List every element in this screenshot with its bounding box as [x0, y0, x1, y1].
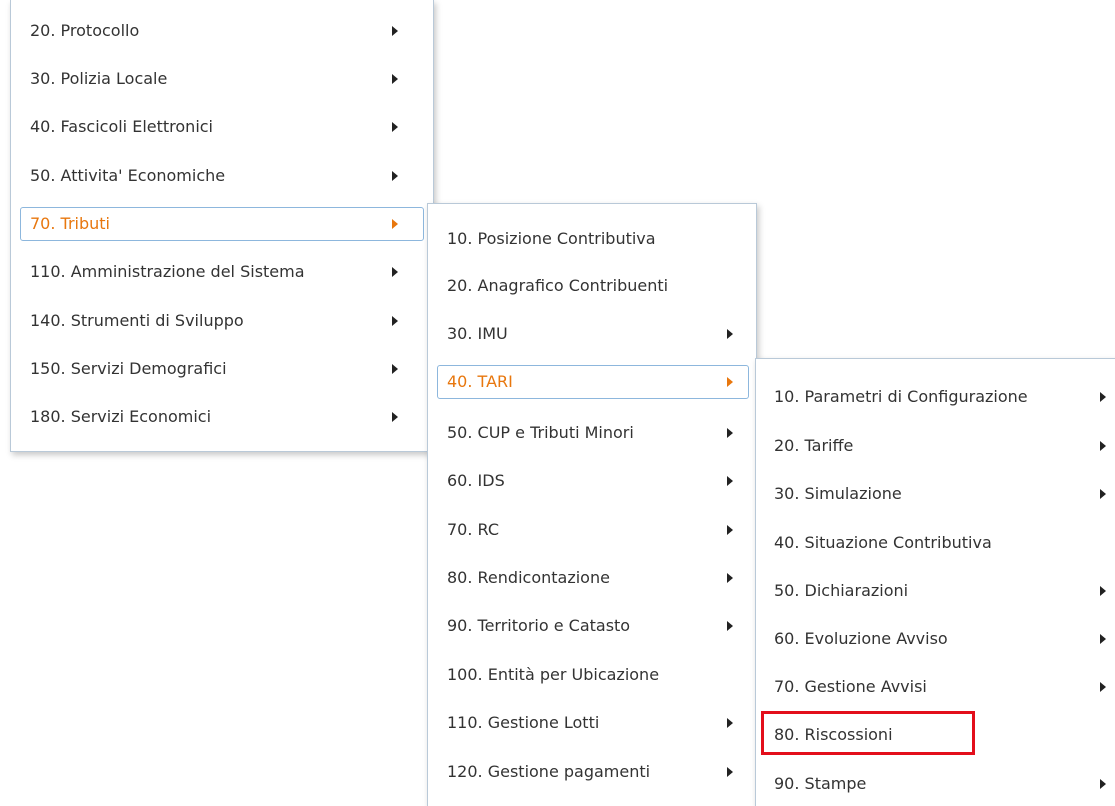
menu-item-label: 70. RC	[447, 520, 500, 539]
menu-item-label: 110. Amministrazione del Sistema	[30, 262, 305, 281]
submenu-arrow-icon	[392, 267, 398, 277]
menu-item-label: 80. Riscossioni	[774, 725, 893, 744]
submenu-arrow-icon	[727, 718, 733, 728]
submenu-arrow-icon	[727, 525, 733, 535]
submenu-arrow-icon	[727, 476, 733, 486]
menu-item-riscossioni[interactable]: 80. Riscossioni	[764, 718, 1115, 752]
menu-item-label: 30. Polizia Locale	[30, 69, 168, 88]
menu-item-label: 100. Entità per Ubicazione	[447, 665, 660, 684]
menu-item-rendicontazione[interactable]: 80. Rendicontazione	[437, 561, 749, 595]
menu-item-label: 60. IDS	[447, 471, 505, 490]
menu-item-imu[interactable]: 30. IMU	[437, 317, 749, 351]
menu-item-label: 90. Territorio e Catasto	[447, 616, 631, 635]
menu-item-label: 20. Protocollo	[30, 21, 140, 40]
menu-item-protocollo[interactable]: 20. Protocollo	[20, 14, 424, 48]
menu-item-label: 180. Servizi Economici	[30, 407, 212, 426]
submenu-arrow-icon	[727, 621, 733, 631]
menu-item-label: 150. Servizi Demografici	[30, 359, 227, 378]
menu-item-label: 30. IMU	[447, 324, 508, 343]
submenu-arrow-icon	[392, 364, 398, 374]
menu-item-tributi[interactable]: 70. Tributi	[20, 207, 424, 241]
menu-item-rc[interactable]: 70. RC	[437, 513, 749, 547]
menu-item-anagrafico-contribuenti[interactable]: 20. Anagrafico Contribuenti	[437, 269, 749, 303]
menu-item-label: 110. Gestione Lotti	[447, 713, 600, 732]
menu-item-gestione-lotti[interactable]: 110. Gestione Lotti	[437, 706, 749, 740]
menu-item-label: 50. CUP e Tributi Minori	[447, 423, 634, 442]
menu-item-evoluzione-avviso[interactable]: 60. Evoluzione Avviso	[764, 622, 1115, 656]
submenu-arrow-icon	[1100, 392, 1106, 402]
submenu-arrow-icon	[1100, 682, 1106, 692]
menu-item-label: 70. Gestione Avvisi	[774, 677, 927, 696]
submenu-arrow-icon	[392, 74, 398, 84]
menu-item-gestione-pagamenti[interactable]: 120. Gestione pagamenti	[437, 755, 749, 789]
menu-item-label: 40. TARI	[447, 372, 513, 391]
menu-item-label: 50. Attivita' Economiche	[30, 166, 226, 185]
menu-item-dichiarazioni[interactable]: 50. Dichiarazioni	[764, 574, 1115, 608]
submenu-arrow-icon	[727, 377, 733, 387]
menu-item-tariffe[interactable]: 20. Tariffe	[764, 429, 1115, 463]
submenu-arrow-icon	[392, 171, 398, 181]
menu-item-servizi-demografici[interactable]: 150. Servizi Demografici	[20, 352, 424, 386]
submenu-arrow-icon	[727, 428, 733, 438]
menu-item-label: 30. Simulazione	[774, 484, 902, 503]
menu-level2: 10. Posizione Contributiva 20. Anagrafic…	[427, 203, 757, 806]
submenu-arrow-icon	[727, 573, 733, 583]
submenu-arrow-icon	[392, 316, 398, 326]
menu-item-label: 140. Strumenti di Sviluppo	[30, 311, 244, 330]
menu-item-gestione-avvisi[interactable]: 70. Gestione Avvisi	[764, 670, 1115, 704]
menu-item-posizione-contributiva[interactable]: 10. Posizione Contributiva	[437, 222, 749, 256]
menu-item-amministrazione-sistema[interactable]: 110. Amministrazione del Sistema	[20, 255, 424, 289]
menu-item-label: 50. Dichiarazioni	[774, 581, 909, 600]
menu-item-label: 20. Tariffe	[774, 436, 854, 455]
menu-item-label: 80. Rendicontazione	[447, 568, 610, 587]
menu-item-label: 70. Tributi	[30, 214, 110, 233]
menu-item-attivita-economiche[interactable]: 50. Attivita' Economiche	[20, 159, 424, 193]
menu-item-entita-ubicazione[interactable]: 100. Entità per Ubicazione	[437, 658, 749, 692]
menu-item-strumenti-sviluppo[interactable]: 140. Strumenti di Sviluppo	[20, 304, 424, 338]
menu-item-servizi-economici[interactable]: 180. Servizi Economici	[20, 400, 424, 434]
submenu-arrow-icon	[727, 329, 733, 339]
menu-level3: 10. Parametri di Configurazione 20. Tari…	[755, 358, 1115, 806]
submenu-arrow-icon	[727, 767, 733, 777]
menu-item-label: 120. Gestione pagamenti	[447, 762, 651, 781]
submenu-arrow-icon	[1100, 634, 1106, 644]
menu-item-situazione-contributiva[interactable]: 40. Situazione Contributiva	[764, 526, 1115, 560]
menu-item-territorio-catasto[interactable]: 90. Territorio e Catasto	[437, 609, 749, 643]
menu-item-parametri-configurazione[interactable]: 10. Parametri di Configurazione	[764, 380, 1115, 414]
submenu-arrow-icon	[392, 26, 398, 36]
menu-item-label: 20. Anagrafico Contribuenti	[447, 276, 669, 295]
menu-item-ids[interactable]: 60. IDS	[437, 464, 749, 498]
menu-item-fascicoli-elettronici[interactable]: 40. Fascicoli Elettronici	[20, 110, 424, 144]
menu-item-label: 40. Fascicoli Elettronici	[30, 117, 213, 136]
submenu-arrow-icon	[1100, 586, 1106, 596]
submenu-arrow-icon	[1100, 441, 1106, 451]
menu-item-label: 90. Stampe	[774, 774, 867, 793]
menu-item-simulazione[interactable]: 30. Simulazione	[764, 477, 1115, 511]
menu-item-stampe[interactable]: 90. Stampe	[764, 767, 1115, 801]
submenu-arrow-icon	[392, 412, 398, 422]
menu-item-label: 60. Evoluzione Avviso	[774, 629, 948, 648]
menu-level1: 20. Protocollo 30. Polizia Locale 40. Fa…	[10, 0, 434, 452]
menu-item-tari[interactable]: 40. TARI	[437, 365, 749, 399]
menu-item-cup-tributi-minori[interactable]: 50. CUP e Tributi Minori	[437, 416, 749, 450]
submenu-arrow-icon	[1100, 779, 1106, 789]
submenu-arrow-icon	[1100, 489, 1106, 499]
menu-item-label: 10. Parametri di Configurazione	[774, 387, 1028, 406]
menu-item-polizia-locale[interactable]: 30. Polizia Locale	[20, 62, 424, 96]
submenu-arrow-icon	[392, 122, 398, 132]
submenu-arrow-icon	[392, 219, 398, 229]
menu-item-label: 40. Situazione Contributiva	[774, 533, 992, 552]
menu-item-label: 10. Posizione Contributiva	[447, 229, 656, 248]
